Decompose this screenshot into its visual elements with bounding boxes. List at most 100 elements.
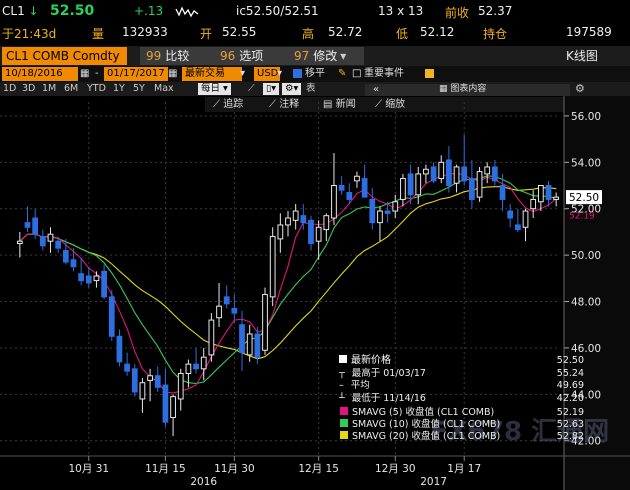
line-chart-icon[interactable]: ⟋ (248, 82, 255, 96)
candle (124, 352, 130, 376)
high-price: 52.72 (328, 25, 363, 39)
candle-body (139, 382, 146, 400)
events-marker-icon[interactable] (425, 69, 434, 78)
mode-select[interactable]: 最新交易 (182, 67, 242, 81)
candle (47, 227, 54, 253)
x-year-label: 2016 (190, 476, 217, 488)
chevron-down-icon[interactable]: ▾ (240, 67, 245, 81)
candle-body (300, 215, 307, 224)
legend-sma: SMAVG (5) 收盘值 (CL1 COMB) 52.19 SMAVG (10)… (340, 407, 588, 443)
candle (277, 213, 284, 253)
calendar-icon[interactable]: ▦ (168, 67, 177, 81)
candle-body (354, 175, 360, 182)
legend-toggle[interactable]: ▦ 图表内容 (439, 82, 486, 97)
candle-body (162, 384, 169, 423)
candle-body (70, 259, 77, 268)
y-tick-label: 48.00 (571, 297, 601, 309)
candle-body (338, 185, 345, 191)
candle-body (262, 294, 268, 351)
candle (177, 368, 184, 411)
edit-button[interactable]: 97 修改 ▾ (288, 47, 364, 65)
candle (545, 180, 552, 207)
candle-body (39, 236, 46, 247)
candle (476, 166, 483, 202)
legend-label: 最低于 11/14/16 (351, 393, 426, 404)
compare-button[interactable]: 99 比较 (140, 47, 216, 65)
candle-body (93, 275, 100, 282)
candle (537, 185, 544, 212)
range-3d[interactable]: 3D (22, 82, 35, 96)
open-interest-label: 持仓 (483, 27, 508, 41)
end-date-field[interactable]: 01/17/2017 (104, 67, 168, 81)
x-tick-label: 12月 30 (375, 463, 416, 475)
candle (530, 190, 537, 218)
events-checkbox[interactable]: □ (352, 67, 361, 81)
candle (361, 164, 368, 198)
candle-body (147, 375, 153, 381)
period-label: 每日 (201, 83, 221, 94)
period-select[interactable]: 每日 ▾ (198, 83, 231, 95)
chevron-down-icon[interactable]: ▾ (277, 67, 282, 81)
range-max[interactable]: Max (154, 82, 174, 96)
candle (108, 289, 115, 341)
candle (392, 194, 399, 218)
x-tick-label: 12月 15 (298, 463, 339, 475)
candle-body (193, 363, 199, 370)
x-axis: 10月 31 11月 15 11月 30 12月 15 12月 30 1月 17 2016 2… (0, 455, 630, 488)
candle-body (407, 173, 414, 196)
candle (139, 378, 146, 413)
candle-body (254, 333, 261, 358)
candle (331, 153, 337, 225)
quote-row-1: CL1 ↓ (2, 4, 39, 18)
open-label: 开 (200, 27, 213, 41)
candle (377, 206, 383, 242)
range-1d[interactable]: 1D (3, 82, 16, 96)
candle-style-select[interactable]: ▯▾ (263, 83, 279, 95)
candle-body (369, 198, 376, 224)
ticker: CL1 (2, 4, 25, 18)
candle (446, 146, 452, 193)
range-ytd[interactable]: YTD (87, 82, 106, 96)
edit-button-num: 97 (294, 49, 310, 63)
legend-row-low: ┴ 最低于 11/14/16 (339, 393, 426, 404)
options-button[interactable]: 96 选项 (214, 47, 290, 65)
candle (499, 173, 506, 212)
candle-body (170, 396, 176, 419)
range-5y[interactable]: 5Y (133, 82, 145, 96)
legend-toggle-bar: « ▦ 图表内容 (365, 84, 570, 96)
candle-body (514, 224, 521, 231)
x-tick-label: 1月 17 (447, 463, 481, 475)
compare-button-label: 比较 (165, 49, 190, 63)
candle (39, 229, 46, 251)
candle-body (377, 210, 383, 224)
candle (308, 215, 314, 251)
table-button[interactable]: 表 (306, 82, 316, 96)
candle-body (124, 363, 130, 372)
range-6m[interactable]: 6M (64, 82, 78, 96)
candle (193, 347, 199, 374)
candle-body (116, 335, 123, 363)
move-checkbox[interactable] (293, 69, 302, 78)
options-select[interactable]: ⚙▾ (282, 83, 302, 95)
last-price: 52.50 (50, 3, 95, 19)
candle (453, 164, 460, 193)
security-field[interactable]: CL1 COMB Comdty (2, 47, 127, 65)
events-label: 重要事件 (364, 68, 404, 79)
range-1m[interactable]: 1M (42, 82, 56, 96)
pencil-icon[interactable]: ✎ (338, 67, 346, 81)
calendar-icon[interactable]: ▦ (80, 67, 89, 81)
x-year-label: 2017 (420, 476, 447, 488)
x-tick-label: 10月 31 (69, 463, 110, 475)
collapse-icon[interactable]: « (373, 82, 379, 97)
prev-close-label: 前收 (445, 6, 470, 20)
range-1y[interactable]: 1Y (113, 82, 125, 96)
candle (469, 160, 475, 209)
candle-body (553, 196, 560, 200)
candle (430, 162, 437, 184)
start-date-field[interactable]: 10/18/2016 (2, 67, 78, 81)
candle-body (239, 324, 245, 354)
candle (522, 208, 529, 242)
legend-label: SMAVG (20) 收盘值 (CL1 COMB) (352, 431, 501, 442)
gear-icon[interactable]: ⚙ (575, 82, 585, 95)
move-label: 移平 (305, 68, 325, 79)
